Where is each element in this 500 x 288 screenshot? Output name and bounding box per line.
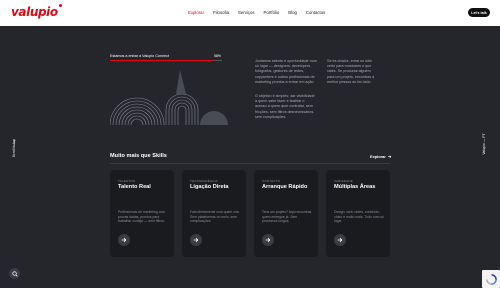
nav-item-contactos[interactable]: Contactos (306, 10, 325, 15)
valupio-logo[interactable]: valupio (11, 4, 62, 19)
card-title: Arranque Rápido (262, 184, 308, 190)
nav-item-portfolio[interactable]: Portfólio (264, 10, 280, 15)
progress-track (110, 60, 222, 61)
arrow-right-icon (193, 237, 199, 243)
arrow-right-icon: ➔ (386, 154, 392, 159)
arrow-right-icon (265, 237, 271, 243)
skill-card-arranque-rapido[interactable]: CONTACTO Arranque Rápido Tens um projeto… (254, 170, 318, 257)
progress-fill (110, 60, 214, 61)
nav-item-blog[interactable]: Blog (288, 10, 297, 15)
scroll-to-top-rail[interactable]: Scroll to top (10, 139, 18, 170)
nav-item-filosofia[interactable]: Filosofia (213, 10, 229, 15)
skill-card-multiplas-areas[interactable]: VARIEDADE Múltiplas Áreas Design, web, r… (326, 170, 390, 257)
skill-card-talento-real[interactable]: TALENTOS Talento Real Profissionais de m… (110, 170, 174, 257)
nav-item-servicos[interactable]: Serviços (238, 10, 254, 15)
decorative-arcs-illustration (110, 70, 228, 125)
skills-section-title: Muito mais que Skills (110, 153, 167, 159)
section-divider (110, 163, 390, 164)
top-navigation-bar: valupio Explorar Filosofia Serviços Port… (0, 0, 500, 26)
card-description: Profissionais de marketing com provas da… (118, 210, 166, 224)
nav-item-explorar[interactable]: Explorar (188, 10, 204, 15)
card-arrow-button[interactable] (118, 234, 130, 246)
progress-percent: 58% (214, 54, 222, 58)
recaptcha-icon (485, 273, 497, 285)
card-title: Ligação Direta (190, 184, 229, 190)
scroll-to-top-label: Scroll to top (12, 138, 16, 158)
card-title: Múltiplas Áreas (334, 184, 376, 190)
language-rail[interactable]: Valupio — PT (480, 128, 488, 168)
arrow-right-icon (337, 237, 343, 243)
card-category: CONTACTO (262, 179, 281, 183)
language-label: Valupio — PT (482, 133, 486, 155)
search-icon (11, 270, 18, 277)
card-arrow-button[interactable] (334, 234, 346, 246)
intro-paragraph-1: Juntamos talento e oportunidade num só l… (255, 59, 317, 84)
lets-talk-button[interactable]: Let's talk (468, 8, 490, 17)
recaptcha-badge[interactable] (482, 270, 500, 288)
explore-link[interactable]: Explorar ➔ (370, 154, 391, 159)
card-category: TALENTOS (118, 179, 136, 183)
card-arrow-button[interactable] (262, 234, 274, 246)
intro-paragraph-2: O objetivo é simples: dar visibilidade a… (255, 94, 315, 119)
card-description: Design, web, redes, conteúdo, vídeo e mu… (334, 210, 384, 224)
main-nav: Explorar Filosofia Serviços Portfólio Bl… (188, 10, 325, 15)
card-arrow-button[interactable] (190, 234, 202, 246)
logo-dot (58, 4, 62, 7)
skill-card-ligacao-direta[interactable]: TRANSPARÊNCIA Ligação Direta Fala direta… (182, 170, 246, 257)
explore-link-label: Explorar (370, 154, 386, 159)
intro-paragraph-3: Se és criador, entra no sítio certo para… (327, 59, 375, 84)
progress-label: Estamos a entrar a Valupio Connect (110, 54, 169, 58)
card-description: Tens um projeto? Aqui encontras quem ent… (262, 210, 312, 224)
arrow-right-icon (121, 237, 127, 243)
card-title: Talento Real (118, 184, 151, 190)
card-description: Fala diretamente com quem cria. Sem plat… (190, 210, 240, 224)
card-category: TRANSPARÊNCIA (190, 179, 218, 183)
card-category: VARIEDADE (334, 179, 353, 183)
search-button[interactable] (9, 268, 20, 279)
